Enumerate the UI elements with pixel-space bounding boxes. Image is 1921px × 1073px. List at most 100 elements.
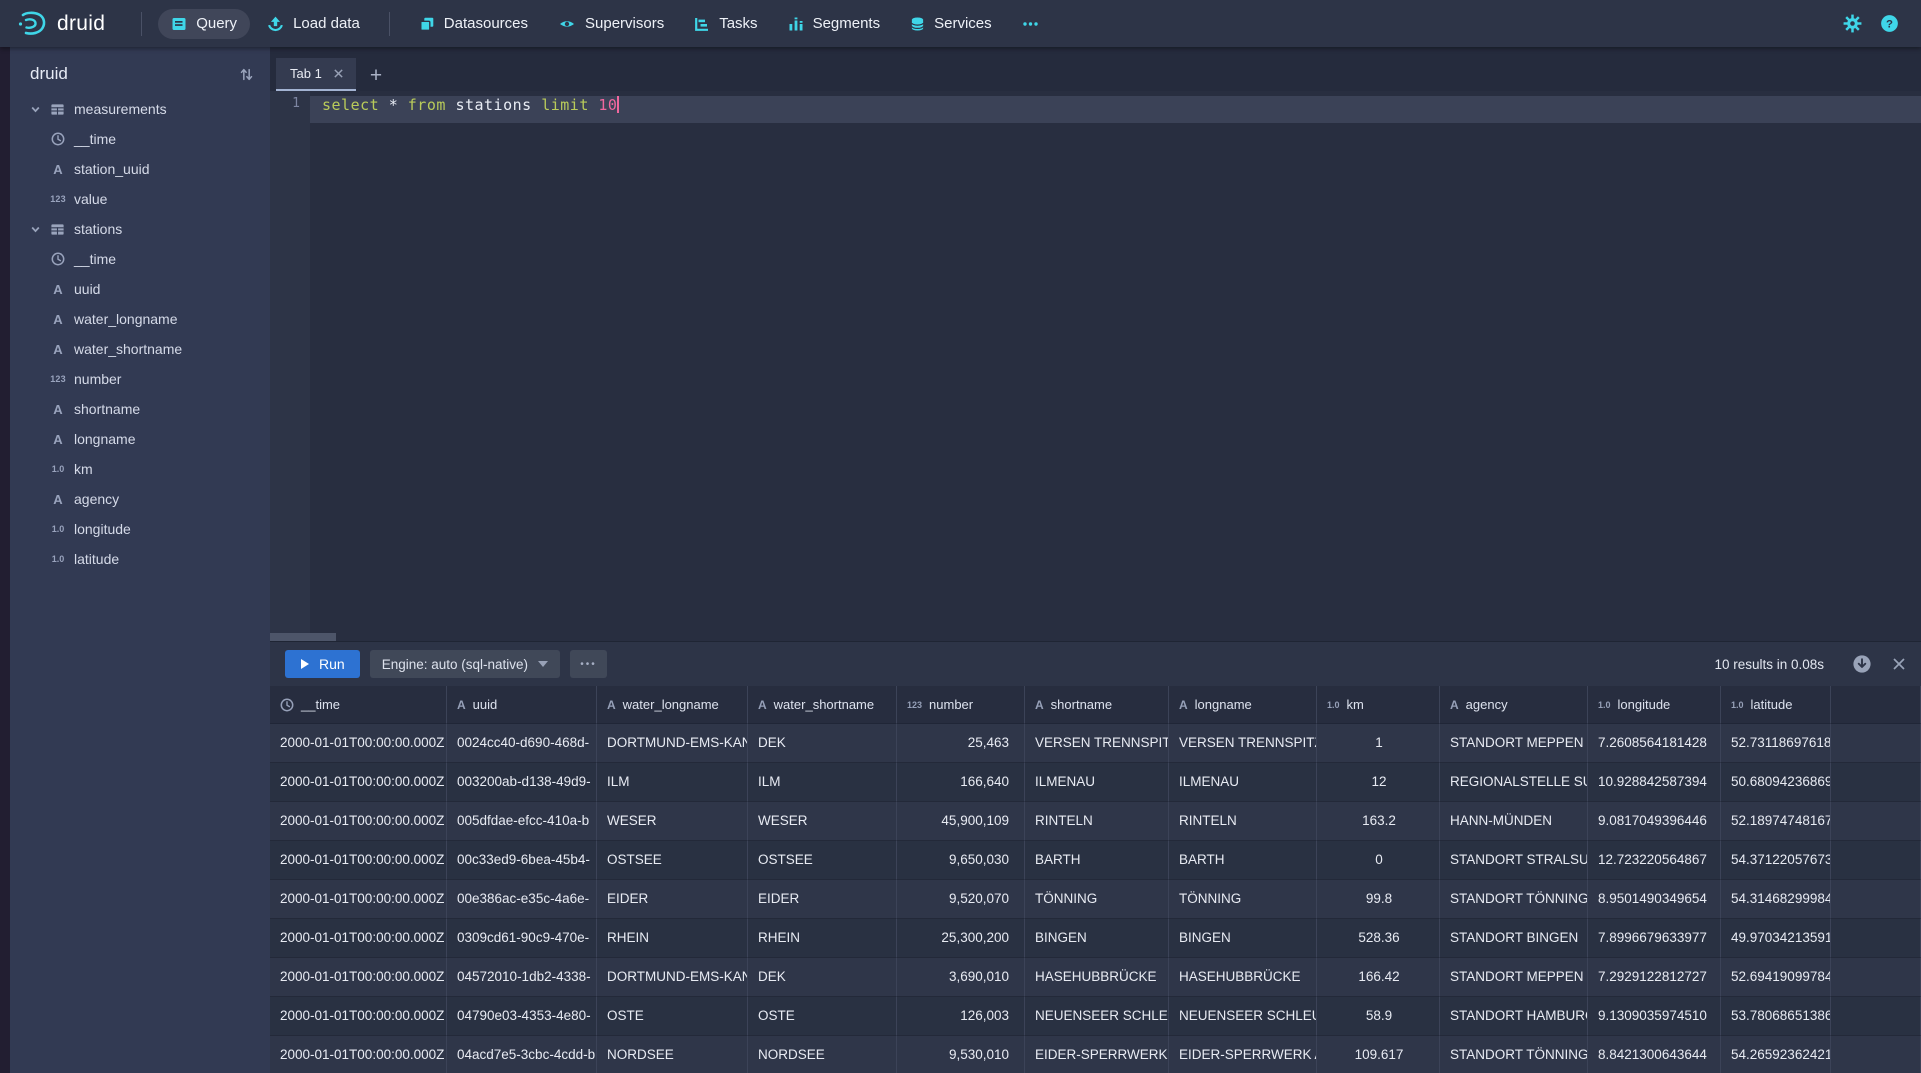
cell-latitude[interactable]: 52.731186976180 (1721, 724, 1831, 763)
cell-water-shortname[interactable]: DEK (748, 958, 897, 997)
column-header-shortname[interactable]: Ashortname (1025, 686, 1169, 724)
sidebar-column-number[interactable]: 123number (10, 364, 270, 394)
sidebar-table-measurements[interactable]: measurements (10, 94, 270, 124)
nav-item-datasources[interactable]: Datasources (406, 9, 541, 39)
cell-water-longname[interactable]: OSTSEE (597, 841, 748, 880)
cell-longname[interactable]: BINGEN (1169, 919, 1317, 958)
cell-km[interactable]: 166.42 (1317, 958, 1440, 997)
cell-water-shortname[interactable]: ILM (748, 763, 897, 802)
cell-agency[interactable]: STANDORT MEPPEN (1440, 958, 1588, 997)
sidebar-column-water-longname[interactable]: Awater_longname (10, 304, 270, 334)
download-icon[interactable] (1852, 654, 1872, 674)
cell-number[interactable]: 166,640 (897, 763, 1025, 802)
cell-longname[interactable]: NEUENSEER SCHLEUS (1169, 997, 1317, 1036)
cell-uuid[interactable]: 0024cc40-d690-468d- (447, 724, 597, 763)
cell-agency[interactable]: STANDORT BINGEN (1440, 919, 1588, 958)
add-tab-button[interactable]: + (370, 65, 382, 86)
cell-number[interactable]: 9,650,030 (897, 841, 1025, 880)
cell-uuid[interactable]: 04572010-1db2-4338- (447, 958, 597, 997)
cell-shortname[interactable]: TÖNNING (1025, 880, 1169, 919)
tab-tab-1[interactable]: Tab 1 (276, 58, 356, 91)
cell-water-shortname[interactable]: WESER (748, 802, 897, 841)
cell-km[interactable]: 99.8 (1317, 880, 1440, 919)
query-more-button[interactable]: ••• (570, 650, 607, 678)
cell-uuid[interactable]: 00e386ac-e35c-4a6e- (447, 880, 597, 919)
cell-time[interactable]: 2000-01-01T00:00:00.000Z (270, 1036, 447, 1073)
cell-longitude[interactable]: 7.2929122812727 (1588, 958, 1721, 997)
sql-editor[interactable]: 1 select * from stations limit 10 (270, 91, 1921, 641)
cell-time[interactable]: 2000-01-01T00:00:00.000Z (270, 763, 447, 802)
cell-number[interactable]: 45,900,109 (897, 802, 1025, 841)
column-header-longitude[interactable]: 1.0longitude (1588, 686, 1721, 724)
nav-item-load-data[interactable]: Load data (254, 9, 373, 39)
cell-longitude[interactable]: 12.723220564867 (1588, 841, 1721, 880)
cell-shortname[interactable]: EIDER-SPERRWERK AP (1025, 1036, 1169, 1073)
cell-km[interactable]: 58.9 (1317, 997, 1440, 1036)
cell-longname[interactable]: ILMENAU (1169, 763, 1317, 802)
cell-longname[interactable]: HASEHUBBRÜCKE (1169, 958, 1317, 997)
cell-uuid[interactable]: 003200ab-d138-49d9- (447, 763, 597, 802)
cell-number[interactable]: 25,300,200 (897, 919, 1025, 958)
cell-shortname[interactable]: VERSEN TRENNSPITZE (1025, 724, 1169, 763)
cell-shortname[interactable]: RINTELN (1025, 802, 1169, 841)
cell-km[interactable]: 1 (1317, 724, 1440, 763)
cell-agency[interactable]: STANDORT TÖNNING (1440, 880, 1588, 919)
cell-latitude[interactable]: 54.314682999845 (1721, 880, 1831, 919)
cell-agency[interactable]: REGIONALSTELLE SUH (1440, 763, 1588, 802)
cell-km[interactable]: 0 (1317, 841, 1440, 880)
cell-agency[interactable]: HANN-MÜNDEN (1440, 802, 1588, 841)
cell-shortname[interactable]: BARTH (1025, 841, 1169, 880)
cell-water-longname[interactable]: DORTMUND-EMS-KANAL (597, 958, 748, 997)
column-header-agency[interactable]: Aagency (1440, 686, 1588, 724)
cell-longitude[interactable]: 8.8421300643644 (1588, 1036, 1721, 1073)
cell-latitude[interactable]: 50.680942368697 (1721, 763, 1831, 802)
sidebar-column-shortname[interactable]: Ashortname (10, 394, 270, 424)
cell-time[interactable]: 2000-01-01T00:00:00.000Z (270, 724, 447, 763)
cell-time[interactable]: 2000-01-01T00:00:00.000Z (270, 919, 447, 958)
cell-latitude[interactable]: 53.780686513863 (1721, 997, 1831, 1036)
cell-number[interactable]: 9,530,010 (897, 1036, 1025, 1073)
cell-longitude[interactable]: 8.9501490349654 (1588, 880, 1721, 919)
cell-number[interactable]: 3,690,010 (897, 958, 1025, 997)
sidebar-column-uuid[interactable]: Auuid (10, 274, 270, 304)
column-header-km[interactable]: 1.0km (1317, 686, 1440, 724)
cell-water-longname[interactable]: RHEIN (597, 919, 748, 958)
cell-time[interactable]: 2000-01-01T00:00:00.000Z (270, 997, 447, 1036)
sql-code-line[interactable]: select * from stations limit 10 (322, 96, 619, 123)
cell-water-longname[interactable]: WESER (597, 802, 748, 841)
cell-longitude[interactable]: 7.8996679633977 (1588, 919, 1721, 958)
cell-number[interactable]: 25,463 (897, 724, 1025, 763)
cell-uuid[interactable]: 00c33ed9-6bea-45b4- (447, 841, 597, 880)
sidebar-column-time[interactable]: __time (10, 124, 270, 154)
cell-uuid[interactable]: 005dfdae-efcc-410a-b (447, 802, 597, 841)
cell-agency[interactable]: STANDORT HAMBURG (1440, 997, 1588, 1036)
run-button[interactable]: Run (285, 650, 360, 678)
cell-time[interactable]: 2000-01-01T00:00:00.000Z (270, 958, 447, 997)
cell-longitude[interactable]: 7.2608564181428 (1588, 724, 1721, 763)
cell-water-longname[interactable]: DORTMUND-EMS-KANAL (597, 724, 748, 763)
cell-latitude[interactable]: 52.189747481678 (1721, 802, 1831, 841)
column-header-water-shortname[interactable]: Awater_shortname (748, 686, 897, 724)
cell-water-longname[interactable]: NORDSEE (597, 1036, 748, 1073)
cell-longname[interactable]: TÖNNING (1169, 880, 1317, 919)
tab-close-icon[interactable] (333, 68, 344, 79)
nav-item-services[interactable]: Services (897, 9, 1005, 39)
cell-water-shortname[interactable]: EIDER (748, 880, 897, 919)
cell-number[interactable]: 126,003 (897, 997, 1025, 1036)
cell-latitude[interactable]: 49.970342135919 (1721, 919, 1831, 958)
cell-shortname[interactable]: HASEHUBBRÜCKE (1025, 958, 1169, 997)
column-header-number[interactable]: 123number (897, 686, 1025, 724)
column-header-time[interactable]: __time (270, 686, 447, 724)
cell-shortname[interactable]: ILMENAU (1025, 763, 1169, 802)
nav-item-tasks[interactable]: Tasks (681, 9, 770, 39)
cell-agency[interactable]: STANDORT STRALSUN (1440, 841, 1588, 880)
cell-km[interactable]: 163.2 (1317, 802, 1440, 841)
cell-water-longname[interactable]: ILM (597, 763, 748, 802)
sidebar-column-value[interactable]: 123value (10, 184, 270, 214)
cell-time[interactable]: 2000-01-01T00:00:00.000Z (270, 841, 447, 880)
sidebar-column-km[interactable]: 1.0km (10, 454, 270, 484)
cell-time[interactable]: 2000-01-01T00:00:00.000Z (270, 880, 447, 919)
cell-water-shortname[interactable]: DEK (748, 724, 897, 763)
cell-water-longname[interactable]: OSTE (597, 997, 748, 1036)
close-results-icon[interactable] (1892, 657, 1906, 671)
